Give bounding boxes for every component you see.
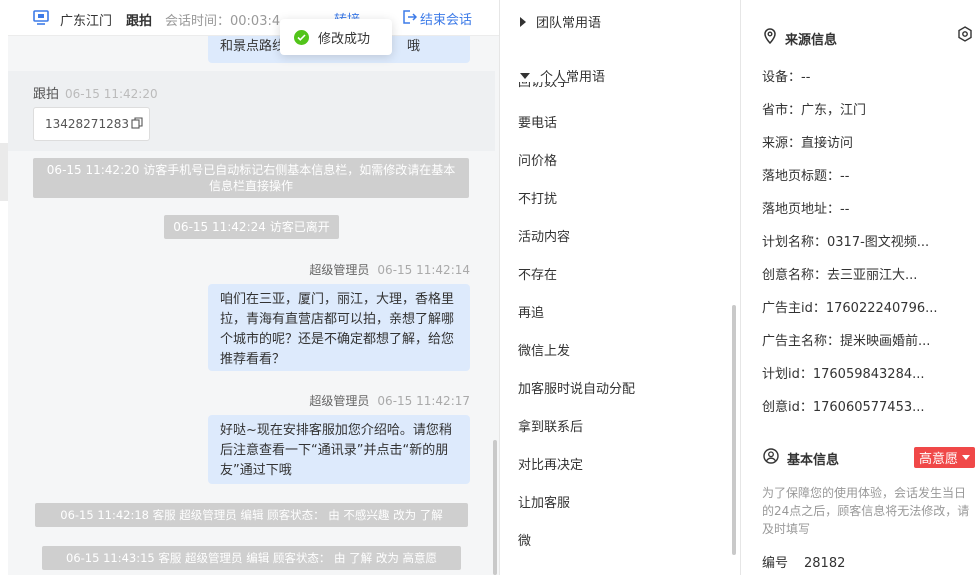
basic-info-label: 基本信息 bbox=[787, 452, 840, 468]
serial-value: 28182 bbox=[804, 556, 846, 571]
serial-row: 编号 28182 bbox=[762, 552, 845, 571]
info-row-landing-url: 落地页地址：-- bbox=[762, 202, 850, 217]
phrase-item[interactable]: 要电话 bbox=[518, 112, 557, 131]
session-timer: 会话时间：00:03:4 bbox=[165, 14, 281, 29]
intent-value: 高意愿 bbox=[919, 452, 959, 467]
basic-info-title: 基本信息 bbox=[763, 448, 839, 468]
system-message: 06-15 11:42:18 客服 超级管理员 编辑 顾客状态： 由 不感兴趣 … bbox=[35, 503, 468, 527]
info-row-city: 省市：广东，江门 bbox=[762, 103, 867, 118]
chat-left-strip bbox=[0, 0, 8, 575]
source-info-title: 来源信息 bbox=[763, 28, 837, 48]
caret-down-icon bbox=[962, 455, 970, 460]
phrase-item[interactable]: 活动内容 bbox=[518, 226, 570, 245]
visitor-location: 广东江门 bbox=[60, 14, 113, 29]
exit-icon bbox=[402, 9, 418, 28]
phrase-item[interactable]: 拿到联系后 bbox=[518, 416, 583, 435]
message-sender: 超级管理员 06-15 11:42:17 bbox=[250, 392, 470, 409]
system-message: 06-15 11:43:15 客服 超级管理员 编辑 顾客状态： 由 了解 改为… bbox=[42, 546, 461, 570]
settings-icon[interactable] bbox=[957, 26, 973, 46]
info-row-creative-name: 创意名称：去三亚丽江大... bbox=[762, 268, 918, 283]
source-info-label: 来源信息 bbox=[785, 32, 838, 48]
info-row-creative-id: 创意id：176060577453... bbox=[762, 400, 925, 415]
phone-number: 13428271283 bbox=[45, 117, 129, 131]
end-session-button[interactable]: 结束会话 bbox=[402, 9, 472, 28]
phrase-item[interactable]: 微 bbox=[518, 530, 531, 549]
monitor-icon bbox=[33, 10, 49, 29]
partial-text-end: 哦 bbox=[407, 39, 421, 54]
serial-label: 编号 bbox=[762, 556, 789, 571]
chat-header: 广东江门 跟拍 会话时间：00:03:4 转接 结束会话 bbox=[8, 0, 499, 36]
info-row-plan-name: 计划名称：0317-图文视频... bbox=[762, 235, 930, 250]
partial-text-start: 和景点路线 bbox=[220, 39, 286, 54]
agent-message: 跟拍 06-15 11:42:20 13428271283 bbox=[8, 71, 495, 151]
edit-notice: 为了保障您的使用体验，会话发生当日的24点之后，顾客信息将无法修改，请及时填写 bbox=[762, 486, 970, 536]
sender-name: 超级管理员 bbox=[309, 394, 370, 408]
copy-icon[interactable] bbox=[131, 116, 143, 132]
phrase-item[interactable]: 微信上发 bbox=[518, 340, 570, 359]
phrase-partial-item: 回访数字 bbox=[518, 82, 571, 90]
phrase-item[interactable]: 不存在 bbox=[518, 264, 557, 283]
phrase-item[interactable]: 再追 bbox=[518, 302, 544, 321]
caret-down-icon bbox=[520, 72, 530, 79]
info-row-advertiser-id: 广告主id：176022240796... bbox=[762, 301, 938, 316]
chat-panel: 广东江门 跟拍 会话时间：00:03:4 转接 结束会话 修改成功 和景点路线 哦… bbox=[0, 0, 500, 575]
chat-bubble: 好哒~现在安排客服加您介绍哈。请您稍后注意查看一下“通讯录”并点击“新的朋友”通… bbox=[208, 415, 470, 484]
agent-sender: 跟拍 06-15 11:42:20 bbox=[33, 83, 158, 102]
team-phrase-group[interactable]: 团队常用语 bbox=[520, 12, 601, 31]
check-circle-icon bbox=[294, 29, 309, 45]
chat-bubble: 咱们在三亚，厦门，丽江，大理，香格里拉，青海有直营店都可以拍，亲想了解哪个城市的… bbox=[208, 284, 470, 371]
end-session-label: 结束会话 bbox=[420, 13, 473, 28]
intent-dropdown[interactable]: 高意愿 bbox=[914, 447, 975, 468]
success-toast: 修改成功 bbox=[280, 19, 392, 55]
system-message: 06-15 11:42:20 访客手机号已自动标记右侧基本信息栏，如需修改请在基… bbox=[33, 158, 469, 198]
phone-chip[interactable]: 13428271283 bbox=[33, 107, 150, 141]
phrase-item[interactable]: 加客服时说自动分配 bbox=[518, 378, 635, 397]
info-row-source: 来源：直接访问 bbox=[762, 136, 854, 151]
phrase-item[interactable]: 问价格 bbox=[518, 150, 557, 169]
info-row-plan-id: 计划id：176059843284... bbox=[762, 367, 925, 382]
sender-time: 06-15 11:42:14 bbox=[377, 263, 470, 277]
agent-name: 跟拍 bbox=[33, 87, 60, 102]
location-pin-icon bbox=[763, 28, 777, 48]
phrase-item[interactable]: 让加客服 bbox=[518, 492, 570, 511]
session-mode: 跟拍 bbox=[126, 14, 153, 29]
system-message: 06-15 11:42:24 访客已离开 bbox=[164, 215, 339, 239]
agent-time: 06-15 11:42:20 bbox=[65, 87, 158, 101]
team-phrase-label: 团队常用语 bbox=[536, 16, 602, 31]
toast-text: 修改成功 bbox=[318, 31, 371, 47]
info-row-advertiser-name: 广告主名称：提米映画婚前... bbox=[762, 334, 931, 349]
user-circle-icon bbox=[763, 448, 779, 468]
sender-time: 06-15 11:42:17 bbox=[377, 394, 470, 408]
caret-right-icon bbox=[520, 16, 526, 27]
phrase-panel: 团队常用语 个人常用语 回访数字 要电话 问价格 不打扰 活动内容 不存在 再追… bbox=[500, 0, 741, 575]
info-row-landing-title: 落地页标题：-- bbox=[762, 169, 850, 184]
info-panel: 来源信息 设备：-- 省市：广东，江门 来源：直接访问 落地页标题：-- 落地页… bbox=[741, 0, 975, 575]
chat-scrollbar[interactable] bbox=[493, 440, 497, 575]
phrase-item[interactable]: 对比再决定 bbox=[518, 454, 583, 473]
message-sender: 超级管理员 06-15 11:42:14 bbox=[250, 261, 470, 278]
phrase-scrollbar[interactable] bbox=[732, 305, 736, 555]
phrase-item[interactable]: 不打扰 bbox=[518, 188, 557, 207]
info-row-device: 设备：-- bbox=[762, 70, 811, 85]
sender-name: 超级管理员 bbox=[309, 263, 370, 277]
